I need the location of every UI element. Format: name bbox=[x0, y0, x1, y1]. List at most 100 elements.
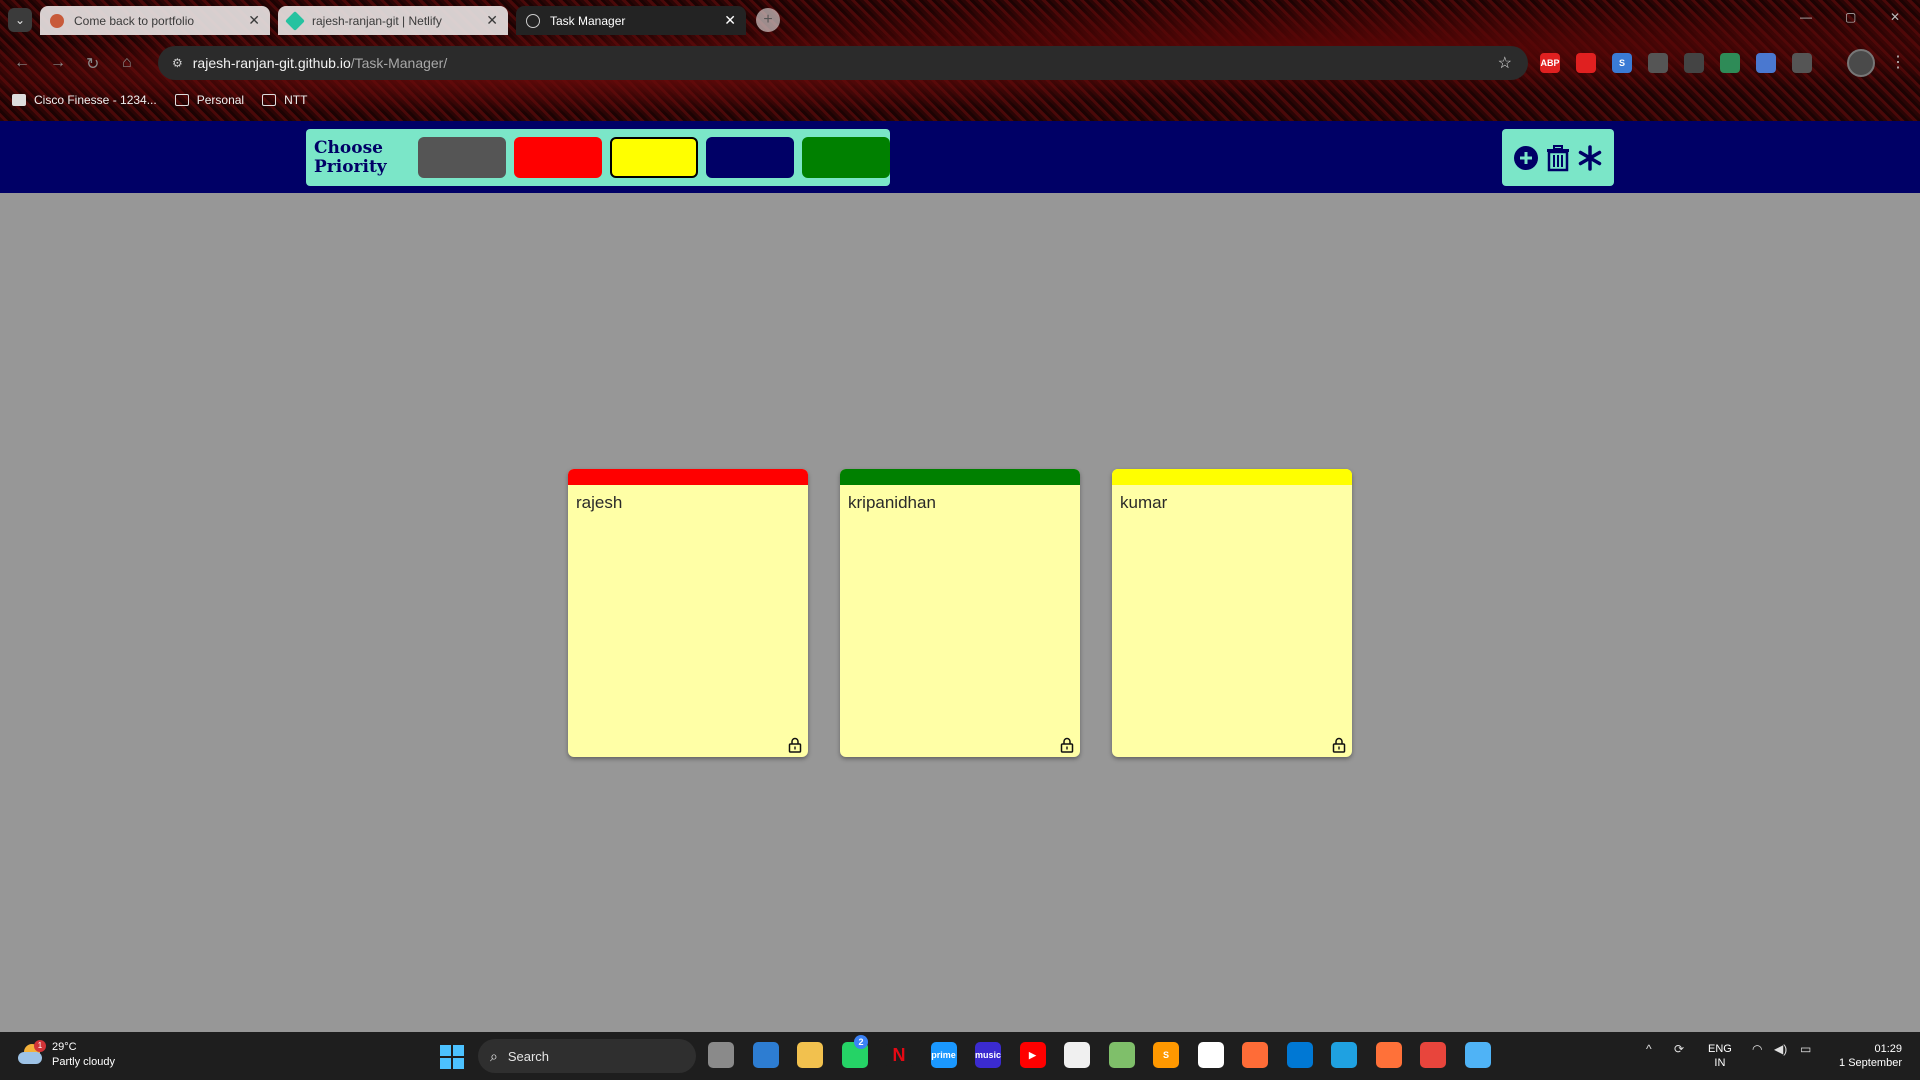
netflix-icon[interactable]: N bbox=[886, 1042, 912, 1068]
ticket-card[interactable]: kripanidhan bbox=[840, 469, 1080, 757]
whatsapp-badge: 2 bbox=[854, 1035, 868, 1049]
browser-chrome: ⌄ Come back to portfolio ✕ rajesh-ranjan… bbox=[0, 0, 1920, 121]
tab-search-button[interactable]: ⌄ bbox=[8, 8, 32, 32]
tab-title: rajesh-ranjan-git | Netlify bbox=[312, 13, 442, 28]
forward-icon[interactable]: → bbox=[50, 54, 66, 72]
github-icon[interactable] bbox=[1064, 1042, 1090, 1068]
notepad-icon[interactable] bbox=[1108, 1042, 1135, 1068]
bookmark-label: NTT bbox=[284, 93, 308, 107]
new-tab-button[interactable]: + bbox=[756, 8, 780, 32]
volume-icon[interactable]: ◀) bbox=[1774, 1042, 1787, 1056]
close-tab-icon[interactable]: ✕ bbox=[248, 12, 260, 29]
priority-navy-button[interactable] bbox=[706, 137, 794, 178]
tab-task-manager[interactable]: Task Manager ✕ bbox=[516, 6, 746, 35]
adblock-icon[interactable]: ABP bbox=[1540, 53, 1560, 73]
youtube-icon[interactable]: ▶ bbox=[1019, 1042, 1046, 1068]
ticket-card[interactable]: rajesh bbox=[568, 469, 808, 757]
cisco-icon bbox=[12, 94, 26, 106]
extension-s-icon[interactable]: S bbox=[1612, 53, 1632, 73]
site-info-icon[interactable]: ⚙ bbox=[172, 56, 183, 70]
ticket-text: kripanidhan bbox=[848, 493, 936, 512]
bookmark-star-icon[interactable]: ☆ bbox=[1498, 53, 1512, 73]
battery-icon[interactable]: ▭ bbox=[1800, 1042, 1811, 1056]
firefox-icon[interactable] bbox=[1375, 1042, 1402, 1068]
portfolio-favicon-icon bbox=[50, 13, 64, 28]
chrome-icon[interactable] bbox=[1420, 1042, 1446, 1068]
lock-icon[interactable] bbox=[1332, 737, 1346, 753]
tab-portfolio[interactable]: Come back to portfolio ✕ bbox=[40, 6, 270, 35]
lock-icon[interactable] bbox=[788, 737, 802, 753]
menu-icon[interactable]: ⋮ bbox=[1890, 52, 1906, 72]
sync-icon[interactable]: ⟳ bbox=[1674, 1042, 1684, 1056]
paint-icon[interactable] bbox=[1464, 1042, 1491, 1068]
priority-band bbox=[568, 469, 808, 485]
globe-favicon-icon bbox=[526, 13, 540, 28]
address-bar[interactable]: ⚙ rajesh-ranjan-git.github.io/Task-Manag… bbox=[158, 46, 1528, 80]
file-explorer-icon[interactable] bbox=[797, 1042, 823, 1068]
extension-red-icon[interactable] bbox=[1576, 53, 1596, 73]
bookmark-label: Personal bbox=[196, 93, 245, 107]
netlify-favicon-icon bbox=[285, 10, 305, 31]
priority-red-button[interactable] bbox=[514, 137, 602, 178]
lock-icon[interactable] bbox=[1060, 737, 1074, 753]
clock-time: 01:29 bbox=[1874, 1043, 1902, 1055]
clock-date: 1 September bbox=[1839, 1057, 1902, 1069]
sublime-text-icon[interactable]: S bbox=[1153, 1042, 1179, 1068]
store-icon[interactable] bbox=[752, 1042, 779, 1068]
extension-doc-icon[interactable] bbox=[1756, 53, 1776, 73]
prime-video-icon[interactable]: prime bbox=[930, 1042, 957, 1068]
folder-icon bbox=[262, 94, 277, 106]
system-clock[interactable]: 01:29 1 September bbox=[1832, 1042, 1902, 1070]
asterisk-icon[interactable] bbox=[1576, 144, 1604, 172]
home-icon[interactable]: ⌂ bbox=[122, 54, 132, 72]
extension-globe-icon[interactable] bbox=[1720, 53, 1740, 73]
wifi-icon[interactable]: ◠ bbox=[1752, 1042, 1762, 1056]
priority-grey-button[interactable] bbox=[418, 137, 506, 178]
taskbar-search[interactable]: ⌕ Search bbox=[478, 1039, 696, 1073]
app-header: Choose Priority bbox=[0, 121, 1920, 193]
url-host: rajesh-ranjan-git.github.io bbox=[192, 55, 351, 71]
bookmark-personal[interactable]: Personal bbox=[174, 93, 245, 107]
minimize-icon[interactable]: — bbox=[1800, 10, 1812, 24]
lang-code: ENG bbox=[1708, 1043, 1732, 1055]
action-toolbar bbox=[1502, 129, 1614, 186]
reload-icon[interactable]: ↻ bbox=[86, 54, 99, 74]
mongodb-icon[interactable] bbox=[1197, 1042, 1224, 1068]
add-icon[interactable] bbox=[1512, 144, 1540, 172]
extensions-puzzle-icon[interactable] bbox=[1792, 53, 1812, 73]
bookmark-label: Cisco Finesse - 1234... bbox=[34, 93, 157, 107]
ticket-text: kumar bbox=[1120, 493, 1168, 512]
url-path: /Task-Manager/ bbox=[350, 55, 448, 71]
extension-target-icon[interactable] bbox=[1648, 53, 1668, 73]
profile-avatar[interactable] bbox=[1847, 49, 1875, 77]
show-hidden-icons[interactable]: ^ bbox=[1646, 1042, 1652, 1056]
vscode-icon[interactable] bbox=[1286, 1042, 1313, 1068]
priority-yellow-button[interactable] bbox=[610, 137, 698, 178]
close-window-icon[interactable]: ✕ bbox=[1890, 10, 1900, 24]
task-view-icon[interactable] bbox=[708, 1042, 734, 1068]
extension-react-icon[interactable] bbox=[1684, 53, 1704, 73]
tab-netlify[interactable]: rajesh-ranjan-git | Netlify ✕ bbox=[278, 6, 508, 35]
priority-green-button[interactable] bbox=[802, 137, 890, 178]
back-icon[interactable]: ← bbox=[14, 54, 30, 72]
search-icon: ⌕ bbox=[490, 1047, 498, 1064]
bookmark-cisco[interactable]: Cisco Finesse - 1234... bbox=[12, 93, 157, 107]
bookmark-ntt[interactable]: NTT bbox=[262, 93, 307, 107]
start-button[interactable] bbox=[440, 1045, 464, 1069]
close-tab-icon[interactable]: ✕ bbox=[486, 12, 498, 29]
edge-icon[interactable] bbox=[1331, 1042, 1357, 1068]
maximize-icon[interactable]: ▢ bbox=[1845, 10, 1856, 24]
priority-title: Choose Priority bbox=[314, 137, 387, 177]
folder-icon bbox=[174, 94, 189, 106]
postman-icon[interactable] bbox=[1242, 1042, 1268, 1068]
language-indicator[interactable]: ENG IN bbox=[1708, 1042, 1732, 1070]
ticket-card[interactable]: kumar bbox=[1112, 469, 1352, 757]
priority-selector: Choose Priority bbox=[306, 129, 890, 186]
weather-temp: 29°C bbox=[52, 1041, 77, 1053]
weather-widget[interactable]: 1 29°C Partly cloudy bbox=[18, 1040, 115, 1070]
tab-title: Come back to portfolio bbox=[74, 13, 195, 28]
delete-icon[interactable] bbox=[1544, 144, 1572, 172]
amazon-music-icon[interactable]: music bbox=[975, 1042, 1001, 1068]
close-tab-icon[interactable]: ✕ bbox=[724, 12, 736, 29]
search-label: Search bbox=[507, 1048, 550, 1064]
